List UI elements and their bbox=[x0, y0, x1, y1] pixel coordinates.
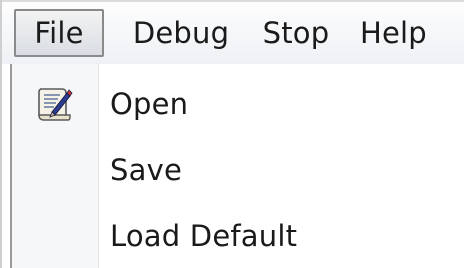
menu-item-save[interactable]: Save bbox=[12, 138, 464, 202]
menu-stop-label: Stop bbox=[262, 16, 330, 50]
menu-help-label: Help bbox=[360, 16, 427, 50]
open-document-icon bbox=[38, 88, 73, 121]
menu-item-save-label: Save bbox=[110, 153, 182, 187]
menu-item-open-label: Open bbox=[110, 87, 189, 121]
menu-item-load-default-label: Load Default bbox=[110, 219, 298, 253]
application-window: File Debug Stop Help Open Save Load Defa… bbox=[0, 0, 464, 268]
menu-debug[interactable]: Debug bbox=[122, 9, 240, 57]
menu-bar: File Debug Stop Help bbox=[2, 2, 464, 64]
menu-debug-label: Debug bbox=[132, 16, 230, 50]
menu-item-open[interactable]: Open bbox=[12, 72, 464, 136]
menu-help[interactable]: Help bbox=[354, 9, 444, 57]
menu-file-label: File bbox=[34, 16, 84, 50]
menu-file[interactable]: File bbox=[14, 9, 104, 57]
menu-item-load-default[interactable]: Load Default bbox=[12, 204, 464, 268]
file-dropdown-menu: Open Save Load Default bbox=[10, 64, 464, 268]
menu-stop[interactable]: Stop bbox=[252, 9, 340, 57]
